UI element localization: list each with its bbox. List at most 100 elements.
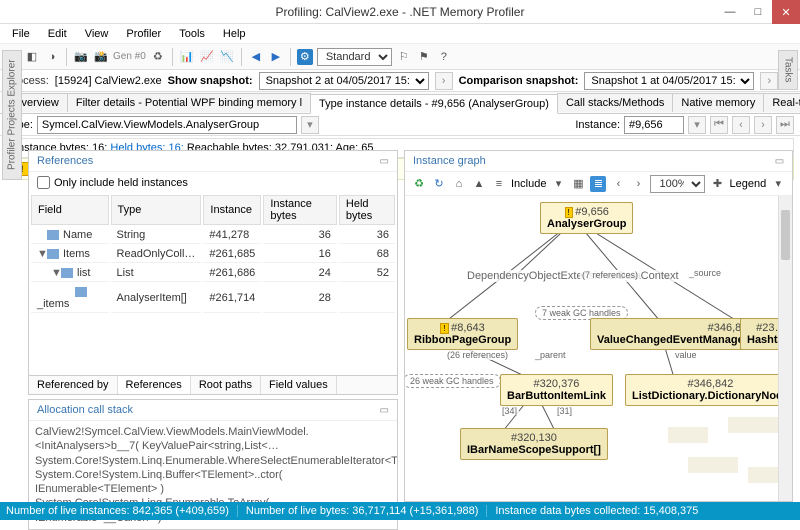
maximize-button[interactable]: □ — [744, 0, 772, 24]
subtab-references[interactable]: References — [118, 376, 191, 394]
graph-home-icon[interactable]: ⌂ — [451, 176, 467, 192]
legend-dropdown-icon[interactable]: ▾ — [770, 176, 786, 192]
toolbar-sep — [66, 48, 67, 66]
graph-title: Instance graph — [413, 155, 486, 167]
toolbar: ▶ ◧ ◑ 📷 📸 Gen #0 ♻ 📊 📈 📉 ◀ ▶ ⚙ Standard … — [0, 44, 800, 70]
opt-icon-2[interactable]: ⚑ — [416, 49, 432, 65]
table-row[interactable]: ▼listList#261,6862452 — [31, 265, 395, 282]
chart2-icon[interactable]: 📈 — [199, 49, 215, 65]
gc-icon[interactable]: ♻ — [150, 49, 166, 65]
col-instance[interactable]: Instance — [203, 195, 261, 225]
only-held-label: Only include held instances — [54, 177, 188, 189]
zoom-combo[interactable]: 100% — [650, 175, 705, 193]
graph-up-icon[interactable]: ▲ — [471, 176, 487, 192]
col-field[interactable]: Field — [31, 195, 109, 225]
references-collapse-icon[interactable]: ▭ — [380, 156, 389, 167]
menu-help[interactable]: Help — [215, 26, 254, 42]
minimize-button[interactable]: — — [716, 0, 744, 24]
toolbar-sep-3 — [241, 48, 242, 66]
snapshot-next-icon[interactable]: › — [435, 72, 453, 90]
col-type[interactable]: Type — [111, 195, 202, 225]
menu-tools[interactable]: Tools — [171, 26, 213, 42]
instance-dropdown-icon[interactable]: ▾ — [688, 116, 706, 134]
node-listdict[interactable]: #346,842ListDictionary.DictionaryNode — [625, 374, 792, 406]
references-title: References — [37, 155, 93, 167]
chart3-icon[interactable]: 📉 — [219, 49, 235, 65]
graph-next-icon[interactable]: › — [630, 176, 646, 192]
help-icon[interactable]: ? — [436, 49, 452, 65]
tool-icon-2[interactable]: ◧ — [24, 49, 40, 65]
subtab-root-paths[interactable]: Root paths — [191, 376, 261, 394]
compare-snapshot-combo[interactable]: Snapshot 1 at 04/05/2017 15:09 — [584, 72, 754, 90]
graph-grid-icon[interactable]: ▦ — [570, 176, 586, 192]
window-title: Profiling: CalView2.exe - .NET Memory Pr… — [276, 5, 525, 19]
process-value: [15924] CalView2.exe — [55, 75, 162, 87]
include-dropdown-icon[interactable]: ▾ — [550, 176, 566, 192]
instance-first-icon[interactable]: ⏮ — [710, 116, 728, 134]
only-held-checkbox[interactable] — [37, 176, 50, 189]
edge-parent: _parent — [533, 350, 568, 360]
graph-prev-icon[interactable]: ‹ — [610, 176, 626, 192]
alloc-collapse-icon[interactable]: ▭ — [380, 405, 389, 416]
nav-back-icon[interactable]: ◀ — [248, 49, 264, 65]
tabs: Overview Filter details - Potential WPF … — [0, 92, 800, 114]
sidebar-profiler-projects[interactable]: Profiler Projects Explorer — [2, 50, 22, 180]
status-live-bytes: Number of live bytes: 36,717,114 (+15,36… — [246, 505, 487, 517]
graph-reload-icon[interactable]: ↻ — [431, 176, 447, 192]
close-button[interactable]: ✕ — [772, 0, 800, 24]
node-root[interactable]: ! #9,656AnalyserGroup — [540, 202, 633, 234]
instance-next-icon[interactable]: › — [754, 116, 772, 134]
graph-scrollbar[interactable] — [778, 196, 792, 501]
menu-file[interactable]: File — [4, 26, 38, 42]
instance-label: Instance: — [575, 119, 620, 131]
nav-fwd-icon[interactable]: ▶ — [268, 49, 284, 65]
tab-type-instance-details[interactable]: Type instance details - #9,656 (Analyser… — [310, 94, 558, 114]
graph-refresh-icon[interactable]: ♻ — [411, 176, 427, 192]
menu-edit[interactable]: Edit — [40, 26, 75, 42]
instance-input[interactable] — [624, 116, 684, 134]
graph-misc-icon[interactable]: ✚ — [709, 176, 725, 192]
node-ibarname[interactable]: #320,130IBarNameScopeSupport[] — [460, 428, 608, 460]
type-input[interactable] — [37, 116, 297, 134]
sidebar-tasks[interactable]: Tasks — [778, 50, 798, 90]
opt-icon-1[interactable]: ⚐ — [396, 49, 412, 65]
edge-dep-context: DependencyObjectExtensions.DataContext — [465, 270, 681, 282]
graph-canvas[interactable]: ! #9,656AnalyserGroup DependencyObjectEx… — [405, 196, 792, 501]
chart-icon[interactable]: 📊 — [179, 49, 195, 65]
table-row[interactable]: NameString#41,2783636 — [31, 227, 395, 244]
col-instbytes[interactable]: Instance bytes — [263, 195, 337, 225]
subtab-field-values[interactable]: Field values — [261, 376, 337, 394]
tab-filter-details[interactable]: Filter details - Potential WPF binding m… — [67, 93, 311, 112]
table-row[interactable]: _itemsAnalyserItem[]#261,71428 — [31, 284, 395, 313]
menubar: File Edit View Profiler Tools Help — [0, 24, 800, 44]
graph-collapse-icon[interactable]: ▭ — [775, 156, 784, 167]
table-row[interactable]: ▼ItemsReadOnlyColl…#261,6851668 — [31, 246, 395, 263]
status-data-bytes: Instance data bytes collected: 15,408,37… — [495, 505, 698, 517]
type-dropdown-icon[interactable]: ▾ — [301, 116, 319, 134]
node-barbutton[interactable]: #320,376BarButtonItemLink — [500, 374, 613, 406]
filter-icon[interactable]: ⚙ — [297, 49, 313, 65]
status-live-instances: Number of live instances: 842,365 (+409,… — [6, 505, 238, 517]
menu-profiler[interactable]: Profiler — [118, 26, 169, 42]
show-snapshot-combo[interactable]: Snapshot 2 at 04/05/2017 15:12 — [259, 72, 429, 90]
tab-native-memory[interactable]: Native memory — [672, 93, 764, 112]
layout-combo[interactable]: Standard — [317, 48, 392, 66]
camera-icon[interactable]: 📷 — [73, 49, 89, 65]
process-bar: Process: [15924] CalView2.exe Show snaps… — [0, 70, 800, 92]
menu-view[interactable]: View — [77, 26, 117, 42]
graph-align-icon[interactable]: ≣ — [590, 176, 606, 192]
instance-last-icon[interactable]: ⏭ — [776, 116, 794, 134]
graph-toolbar: ♻ ↻ ⌂ ▲ ≡ Include ▾ ▦ ≣ ‹ › 100% ✚ Legen… — [405, 172, 792, 196]
subtab-referenced-by[interactable]: Referenced by — [29, 376, 118, 394]
node-ribbon[interactable]: ! #8,643RibbonPageGroup — [407, 318, 518, 350]
references-table[interactable]: Field Type Instance Instance bytes Held … — [29, 193, 397, 315]
instance-prev-icon[interactable]: ‹ — [732, 116, 750, 134]
col-heldbytes[interactable]: Held bytes — [339, 195, 395, 225]
show-snapshot-label: Show snapshot: — [168, 75, 253, 87]
camera2-icon[interactable]: 📸 — [93, 49, 109, 65]
tab-realtime[interactable]: Real-time — [763, 93, 800, 112]
tool-icon-3[interactable]: ◑ — [44, 49, 60, 65]
tab-callstacks[interactable]: Call stacks/Methods — [557, 93, 673, 112]
compare-next-icon[interactable]: › — [760, 72, 778, 90]
graph-layers-icon[interactable]: ≡ — [491, 176, 507, 192]
